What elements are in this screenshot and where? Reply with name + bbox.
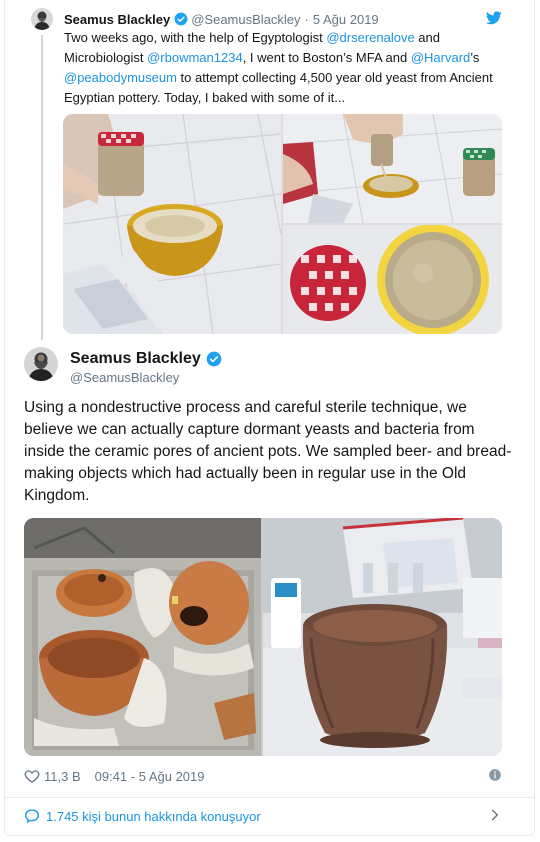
media-photo-lid-and-batter[interactable] [283,225,502,334]
quoted-tweet-media-grid[interactable] [63,114,502,334]
media-photo-jar-and-bowl[interactable] [63,114,281,334]
author-handle[interactable]: @SeamusBlackley [70,370,179,385]
author-name[interactable]: Seamus Blackley [70,350,201,368]
speech-bubble-icon [25,809,39,823]
tweet-media-grid[interactable] [24,518,502,756]
heart-icon[interactable] [24,768,40,784]
verified-badge-icon [174,12,188,26]
quoted-tweet-header: Seamus Blackley @SeamusBlackley · 5 Ağu … [64,10,379,28]
media-photo-clay-pot-lab[interactable] [263,518,502,756]
header-separator: · [304,11,309,27]
conversation-link[interactable]: 1.745 kişi bunun hakkında konuşuyor [24,806,502,826]
thread-connector-line [41,35,43,340]
tweet-text: Using a nondestructive process and caref… [24,399,512,504]
media-photo-ancient-pots-tray[interactable] [24,518,261,756]
twitter-bird-icon[interactable] [486,11,502,25]
mention-link[interactable]: @rbowman1234 [147,50,243,65]
quoted-tweet-text: Two weeks ago, with the help of Egyptolo… [64,28,514,108]
mention-link[interactable]: @drserenalove [326,30,414,45]
chevron-right-icon[interactable] [488,808,502,822]
like-count[interactable]: 11,3 B [44,769,81,784]
quoted-author-name[interactable]: Seamus Blackley [64,12,170,27]
quoted-author-handle[interactable]: @SeamusBlackley [191,12,300,27]
media-photo-pouring-yeast[interactable] [283,114,502,223]
quoted-author-avatar[interactable] [31,8,53,30]
quoted-text-segment: ’s [470,50,480,65]
quoted-text-segment: , I went to Boston’s MFA and [242,50,411,65]
tweet-timestamp[interactable]: 09:41 - 5 Ağu 2019 [95,769,205,784]
tweet-stats-bar: 11,3 B 09:41 - 5 Ağu 2019 [24,766,502,786]
info-icon[interactable] [488,768,502,782]
quoted-text-segment: Two weeks ago, with the help of Egyptolo… [64,30,327,45]
mention-link[interactable]: @Harvard [411,50,470,65]
verified-badge-icon [206,351,222,367]
quoted-tweet-date[interactable]: 5 Ağu 2019 [313,12,379,27]
author-avatar[interactable] [24,347,58,381]
conversation-label: 1.745 kişi bunun hakkında konuşuyor [46,808,261,824]
mention-link[interactable]: @peabodymuseum [64,70,177,85]
author-header: Seamus Blackley [70,350,225,368]
divider [4,797,535,798]
